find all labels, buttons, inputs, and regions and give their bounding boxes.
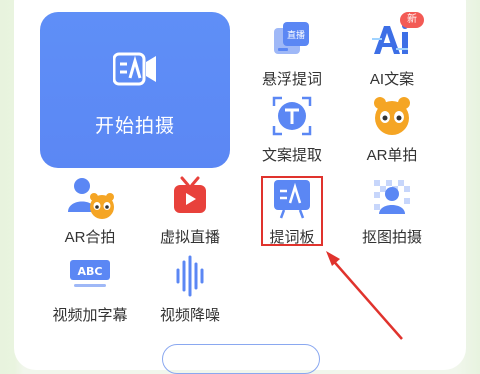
ar-single-shot-icon: [370, 94, 414, 138]
tool-label: 悬浮提词: [261, 71, 322, 88]
video-subtitle-icon: ABC: [68, 254, 112, 298]
tool-video-subtitle[interactable]: ABC 视频加字幕: [40, 254, 140, 325]
tool-ar-single-shot[interactable]: AR单拍: [342, 94, 442, 165]
floating-prompt-icon-text: 直播: [287, 29, 305, 41]
tool-label: 抠图拍摄: [361, 229, 422, 246]
tool-label: AR合拍: [64, 229, 116, 246]
annotation-highlight-box: [261, 176, 323, 246]
tool-text-extract[interactable]: 文案提取: [242, 94, 342, 165]
tool-ai-copywriting[interactable]: 新 AI文案: [342, 12, 442, 89]
tool-cutout-shoot[interactable]: 抠图拍摄: [342, 176, 442, 247]
start-shooting-label: 开始拍摄: [94, 116, 175, 137]
tool-label: AR单拍: [366, 147, 418, 164]
tool-label: 虚拟直播: [159, 229, 220, 246]
tool-ar-duet[interactable]: AR合拍: [40, 176, 140, 247]
virtual-live-icon: [168, 176, 212, 220]
tool-label: 视频加字幕: [52, 307, 128, 324]
tool-label: 视频降噪: [159, 307, 220, 324]
tool-floating-prompt[interactable]: 直播 悬浮提词: [242, 18, 342, 89]
video-denoise-icon: [168, 254, 212, 298]
tool-virtual-live[interactable]: 虚拟直播: [140, 176, 240, 247]
start-shooting-button[interactable]: 开始拍摄: [40, 12, 230, 168]
annotation-arrow: [326, 251, 403, 340]
new-badge: 新: [400, 12, 424, 28]
tool-video-denoise[interactable]: 视频降噪: [140, 254, 240, 325]
tool-label: AI文案: [369, 71, 415, 88]
ar-duet-icon: [68, 176, 114, 220]
teleprompter-camera-icon: [113, 52, 157, 86]
bottom-more-button[interactable]: [162, 344, 320, 374]
tool-label: 文案提取: [261, 147, 322, 164]
ai-copywriting-icon: 新: [370, 12, 424, 62]
floating-prompt-icon: 直播: [270, 18, 314, 62]
cutout-shoot-icon: [370, 176, 414, 220]
video-subtitle-icon-text: ABC: [78, 265, 103, 278]
text-extract-icon: [270, 94, 314, 138]
